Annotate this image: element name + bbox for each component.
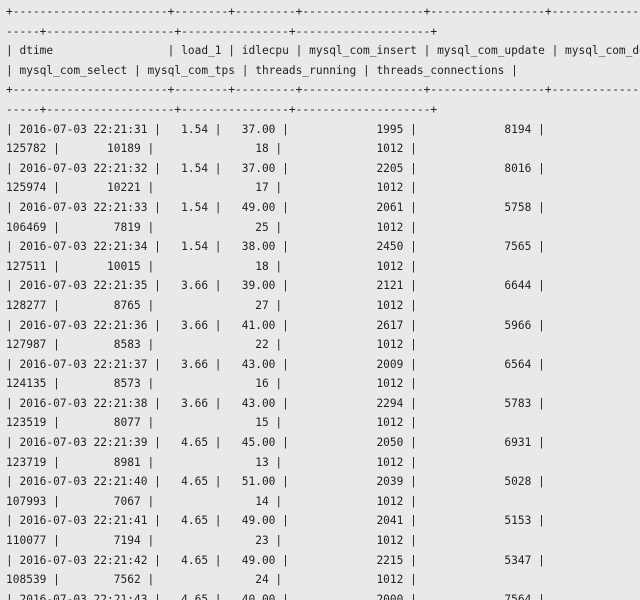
table-row-line: | 2016-07-03 22:21:37 | 3.66 | 43.00 | 2… <box>6 357 640 371</box>
table-row-line: | 2016-07-03 22:21:35 | 3.66 | 39.00 | 2… <box>6 279 640 293</box>
table-row-line: 108539 | 7562 | 24 | 1012 | <box>6 573 417 587</box>
table-row-line: 125974 | 10221 | 17 | 1012 | <box>6 181 417 195</box>
table-row-line: 127511 | 10015 | 18 | 1012 | <box>6 259 417 273</box>
table-row-line: 106469 | 7819 | 25 | 1012 | <box>6 220 417 234</box>
terminal-output: +-----------------------+--------+------… <box>0 0 640 600</box>
table-row-line: | 2016-07-03 22:21:38 | 3.66 | 43.00 | 2… <box>6 396 640 410</box>
table-row-line: | 2016-07-03 22:21:33 | 1.54 | 49.00 | 2… <box>6 200 640 214</box>
table-header-line: | mysql_com_select | mysql_com_tps | thr… <box>6 63 518 77</box>
table-row-line: 107993 | 7067 | 14 | 1012 | <box>6 494 417 508</box>
table-border-line: -----+-------------------+--------------… <box>6 24 438 38</box>
table-row-line: | 2016-07-03 22:21:40 | 4.65 | 51.00 | 2… <box>6 475 640 489</box>
table-row-line: 127987 | 8583 | 22 | 1012 | <box>6 338 417 352</box>
table-border-line: +-----------------------+--------+------… <box>6 83 640 97</box>
table-row-line: 128277 | 8765 | 27 | 1012 | <box>6 298 417 312</box>
table-row-line: | 2016-07-03 22:21:42 | 4.65 | 49.00 | 2… <box>6 553 640 567</box>
table-row-line: 125782 | 10189 | 18 | 1012 | <box>6 142 417 156</box>
table-row-line: | 2016-07-03 22:21:34 | 1.54 | 38.00 | 2… <box>6 240 640 254</box>
table-row-line: 124135 | 8573 | 16 | 1012 | <box>6 377 417 391</box>
table-border-line: -----+-------------------+--------------… <box>6 102 438 116</box>
table-row-line: 110077 | 7194 | 23 | 1012 | <box>6 534 417 548</box>
table-header-line: | dtime | load_1 | idlecpu | mysql_com_i… <box>6 44 640 58</box>
table-row-line: | 2016-07-03 22:21:43 | 4.65 | 40.00 | 2… <box>6 592 640 600</box>
table-row-line: | 2016-07-03 22:21:32 | 1.54 | 37.00 | 2… <box>6 161 640 175</box>
table-row-line: | 2016-07-03 22:21:39 | 4.65 | 45.00 | 2… <box>6 436 640 450</box>
table-row-line: | 2016-07-03 22:21:41 | 4.65 | 49.00 | 2… <box>6 514 640 528</box>
table-row-line: | 2016-07-03 22:21:36 | 3.66 | 41.00 | 2… <box>6 318 640 332</box>
table-row-line: | 2016-07-03 22:21:31 | 1.54 | 37.00 | 1… <box>6 122 640 136</box>
table-border-line: +-----------------------+--------+------… <box>6 5 640 18</box>
table-row-line: 123519 | 8077 | 15 | 1012 | <box>6 416 417 430</box>
table-row-line: 123719 | 8981 | 13 | 1012 | <box>6 455 417 469</box>
